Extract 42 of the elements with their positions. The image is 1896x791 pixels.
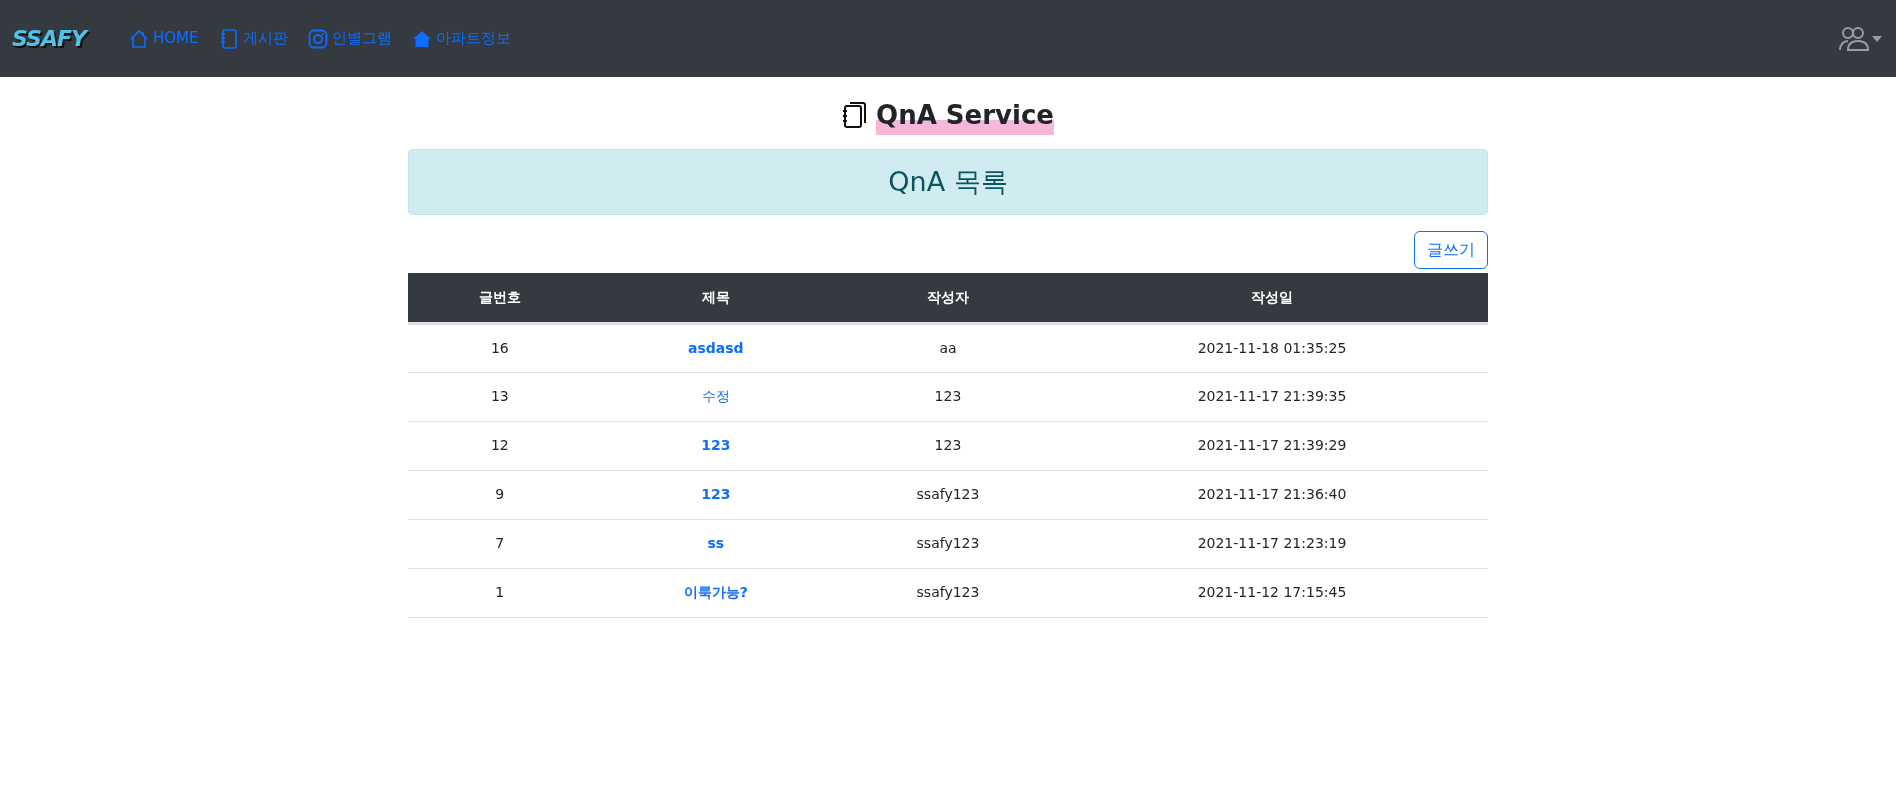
caret-icon bbox=[1872, 35, 1882, 42]
banner-title: QnA 목록 bbox=[888, 164, 1008, 199]
nav-link[interactable]: 게시판 bbox=[212, 27, 294, 50]
table-cell: 2021-11-17 21:23:19 bbox=[1056, 519, 1488, 568]
column-header: 작성자 bbox=[840, 273, 1056, 323]
user-menu-toggle[interactable] bbox=[1838, 25, 1884, 52]
house-icon bbox=[411, 28, 432, 49]
post-title-link[interactable]: 이룩가능? bbox=[683, 584, 748, 600]
users-icon bbox=[1838, 25, 1872, 52]
table-cell: 123 bbox=[840, 372, 1056, 421]
table-cell: 1 bbox=[408, 568, 592, 617]
table-cell: 2021-11-12 17:15:45 bbox=[1056, 568, 1488, 617]
post-title-link[interactable]: 123 bbox=[701, 437, 731, 453]
nav-link[interactable]: 인별그램 bbox=[301, 27, 398, 50]
table-cell: 16 bbox=[408, 323, 592, 372]
nav-link[interactable]: HOME bbox=[123, 27, 205, 50]
nav-link[interactable]: 아파트정보 bbox=[405, 27, 517, 50]
table-cell: ssafy123 bbox=[840, 568, 1056, 617]
table-cell: 13 bbox=[408, 372, 592, 421]
table-cell: 2021-11-18 01:35:25 bbox=[1056, 323, 1488, 372]
table-cell: ssafy123 bbox=[840, 519, 1056, 568]
post-title-link[interactable]: 123 bbox=[701, 486, 731, 502]
table-cell: 9 bbox=[408, 470, 592, 519]
table-cell: 123 bbox=[840, 421, 1056, 470]
table-cell: ssafy123 bbox=[840, 470, 1056, 519]
table-cell: 7 bbox=[408, 519, 592, 568]
post-title-link[interactable]: asdasd bbox=[688, 339, 744, 356]
instagram-icon bbox=[307, 28, 328, 49]
table-cell: 12 bbox=[408, 421, 592, 470]
notebook-icon bbox=[842, 101, 869, 129]
post-title-link[interactable]: 수정 bbox=[701, 388, 730, 404]
post-title-link[interactable]: ss bbox=[707, 535, 725, 551]
column-header: 글번호 bbox=[408, 273, 592, 323]
home-icon bbox=[129, 28, 149, 49]
column-header: 작성일 bbox=[1056, 273, 1488, 323]
table-cell: aa bbox=[840, 323, 1056, 372]
notebook-icon bbox=[218, 28, 239, 49]
write-button[interactable]: 글쓰기 bbox=[1414, 231, 1488, 269]
table-cell: 2021-11-17 21:39:29 bbox=[1056, 421, 1488, 470]
table-cell: 2021-11-17 21:36:40 bbox=[1056, 470, 1488, 519]
column-header: 제목 bbox=[591, 273, 840, 323]
table-cell: 2021-11-17 21:39:35 bbox=[1056, 372, 1488, 421]
